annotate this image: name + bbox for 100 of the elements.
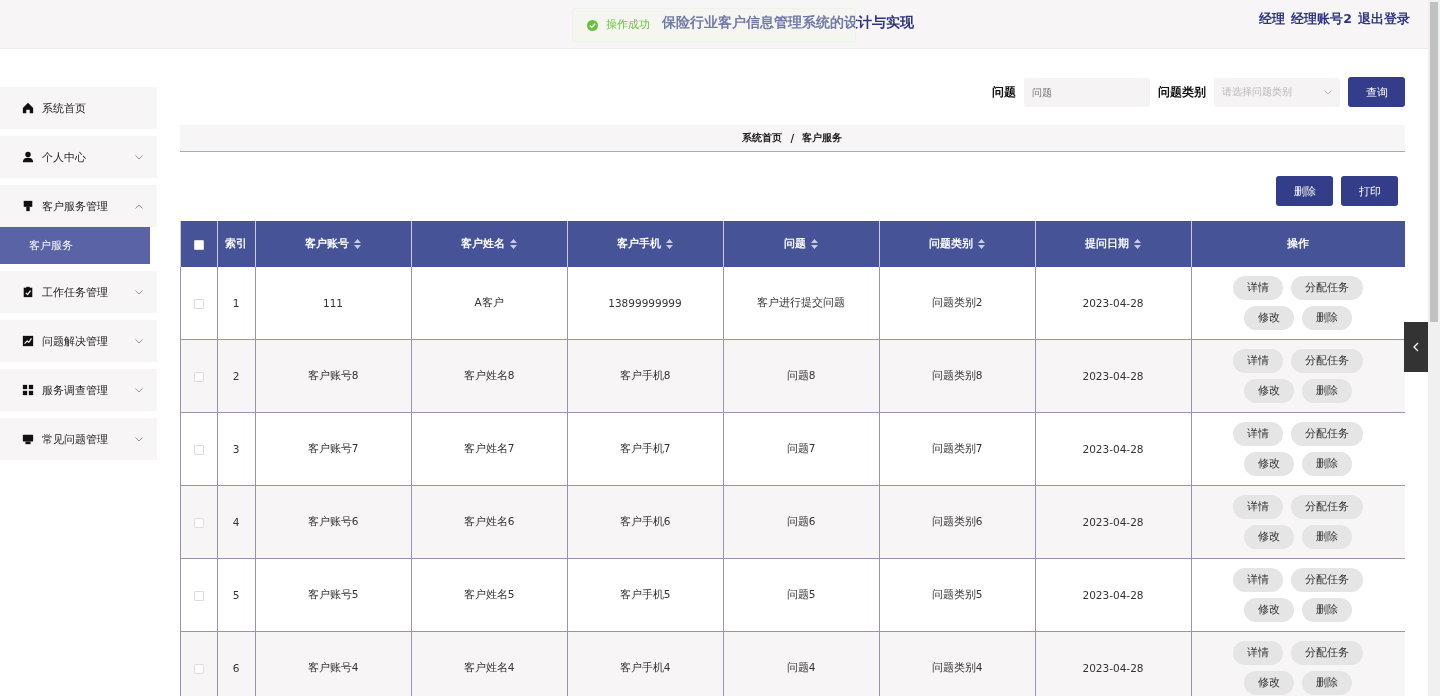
row-action-button[interactable]: 修改 (1244, 452, 1295, 476)
row-action-button[interactable]: 分配任务 (1291, 495, 1364, 519)
row-action-button[interactable]: 分配任务 (1291, 276, 1364, 300)
sidebar-item[interactable]: 客户服务管理 (0, 185, 157, 227)
table-cell: 问题类别4 (931, 661, 983, 673)
column-header: 提问日期 (1085, 237, 1129, 251)
breadcrumb-separator: / (790, 132, 795, 144)
sort-icon[interactable] (666, 239, 673, 249)
header-link[interactable]: 经理 (1259, 11, 1286, 28)
table-cell: 客户姓名4 (463, 661, 515, 673)
table-cell: 2023-04-28 (1082, 297, 1144, 309)
scrollbar[interactable] (1428, 0, 1440, 696)
table-cell: 客户姓名7 (463, 442, 515, 454)
table-cell: 客户姓名8 (463, 369, 515, 381)
table-cell: 客户姓名6 (463, 515, 515, 527)
select-all-checkbox[interactable] (193, 240, 204, 250)
row-checkbox[interactable] (193, 299, 204, 309)
row-action-button[interactable]: 修改 (1244, 671, 1295, 695)
sidebar-item[interactable]: 常见问题管理 (0, 418, 157, 460)
row-action-button[interactable]: 修改 (1244, 525, 1295, 549)
row-action-button[interactable]: 分配任务 (1291, 641, 1364, 665)
sidebar-item[interactable]: 系统首页 (0, 87, 157, 129)
sidebar-item[interactable]: 个人中心 (0, 136, 157, 178)
row-checkbox[interactable] (193, 445, 204, 455)
app-title: 保险行业客户信息管理系统的设计与实现 (662, 14, 914, 32)
sort-icon[interactable] (811, 239, 818, 249)
drawer-toggle[interactable] (1404, 322, 1428, 372)
row-checkbox[interactable] (193, 664, 204, 674)
row-action-button[interactable]: 分配任务 (1291, 422, 1364, 446)
column-header: 操作 (1287, 237, 1310, 251)
table-cell: 6 (232, 662, 240, 674)
table-cell: 客户手机6 (619, 515, 671, 527)
table-cell: 客户账号6 (307, 515, 359, 527)
table-cell: 问题类别5 (931, 588, 983, 600)
table-cell: 问题类别2 (931, 296, 983, 308)
user-icon (22, 151, 34, 163)
sort-icon[interactable] (1134, 239, 1141, 249)
signboard-icon (22, 200, 34, 212)
search-button[interactable]: 查询 (1348, 77, 1405, 107)
row-action-button[interactable]: 删除 (1302, 598, 1353, 622)
row-checkbox[interactable] (193, 372, 204, 382)
action-button[interactable]: 删除 (1276, 176, 1333, 206)
table-cell: 问题类别7 (931, 442, 983, 454)
column-header: 客户账号 (305, 237, 349, 251)
sidebar-item[interactable]: 服务调查管理 (0, 369, 157, 411)
field-label: 问题 (992, 83, 1016, 101)
table-cell: 4 (232, 516, 240, 528)
table-cell: 5 (232, 589, 240, 601)
sort-icon[interactable] (510, 239, 517, 249)
table-cell: 问题7 (786, 442, 816, 454)
sidebar-item[interactable]: 工作任务管理 (0, 271, 157, 313)
row-action-button[interactable]: 详情 (1233, 349, 1284, 373)
row-action-button[interactable]: 详情 (1233, 276, 1284, 300)
table-cell: 2023-04-28 (1082, 370, 1144, 382)
table-cell: 2023-04-28 (1082, 516, 1144, 528)
table-cell: 13899999999 (608, 297, 682, 309)
grid-icon (22, 384, 34, 396)
row-action-button[interactable]: 分配任务 (1291, 349, 1364, 373)
row-action-button[interactable]: 删除 (1302, 452, 1353, 476)
row-action-button[interactable]: 删除 (1302, 306, 1353, 330)
column-header: 问题类别 (929, 237, 973, 251)
breadcrumb-item[interactable]: 客户服务 (802, 131, 843, 145)
row-action-button[interactable]: 详情 (1233, 422, 1284, 446)
row-action-button[interactable]: 分配任务 (1291, 568, 1364, 592)
table-cell: 111 (322, 297, 343, 309)
toast-message: 操作成功 (606, 18, 650, 32)
row-action-button[interactable]: 修改 (1244, 598, 1295, 622)
action-button[interactable]: 打印 (1341, 176, 1398, 206)
breadcrumb-item[interactable]: 系统首页 (742, 131, 783, 145)
chart-icon (22, 335, 34, 347)
table-cell: 客户账号8 (307, 369, 359, 381)
sort-icon[interactable] (354, 239, 361, 249)
column-header: 客户手机 (617, 237, 661, 251)
table-cell: 问题8 (786, 369, 816, 381)
sidebar-item[interactable]: 问题解决管理 (0, 320, 157, 362)
question-field[interactable]: 问题 (1024, 77, 1150, 107)
submenu-item[interactable]: 客户服务 (0, 227, 150, 264)
row-action-button[interactable]: 修改 (1244, 306, 1295, 330)
row-action-button[interactable]: 删除 (1302, 379, 1353, 403)
table-cell: 客户手机8 (619, 369, 671, 381)
header-link[interactable]: 经理账号2 (1291, 11, 1352, 28)
table-cell: 1 (232, 297, 240, 309)
row-checkbox[interactable] (193, 591, 204, 601)
row-action-button[interactable]: 删除 (1302, 525, 1353, 549)
table-cell: 客户账号7 (307, 442, 359, 454)
row-action-button[interactable]: 修改 (1244, 379, 1295, 403)
header-link[interactable]: 退出登录 (1358, 11, 1410, 28)
row-action-button[interactable]: 删除 (1302, 671, 1353, 695)
table-cell: 客户手机7 (619, 442, 671, 454)
row-action-button[interactable]: 详情 (1233, 495, 1284, 519)
row-checkbox[interactable] (193, 518, 204, 528)
check-circle-icon (587, 19, 598, 31)
column-header: 问题 (784, 237, 806, 251)
table-cell: 问题5 (786, 588, 816, 600)
column-header: 索引 (225, 237, 247, 251)
monitor-icon (22, 433, 34, 445)
table-cell: 客户姓名5 (463, 588, 515, 600)
row-action-button[interactable]: 详情 (1233, 641, 1284, 665)
row-action-button[interactable]: 详情 (1233, 568, 1284, 592)
sort-icon[interactable] (978, 239, 985, 249)
